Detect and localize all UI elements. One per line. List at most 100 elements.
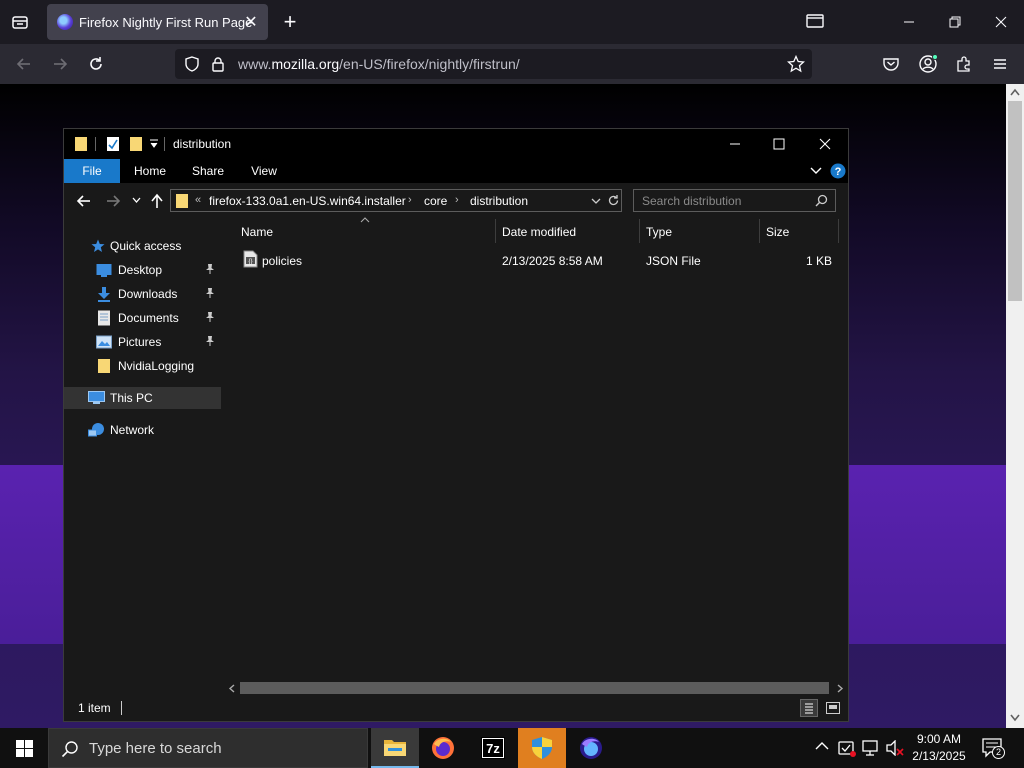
pictures-icon [96, 335, 112, 349]
forward-button[interactable] [46, 50, 74, 78]
nav-item-documents[interactable]: Documents [64, 307, 221, 329]
taskbar-app-7zip[interactable]: 7z [469, 728, 517, 768]
column-divider[interactable] [838, 219, 839, 243]
desktop-icon [96, 263, 112, 277]
url-text[interactable]: www.mozilla.org/en-US/firefox/nightly/fi… [238, 56, 520, 72]
nav-item-desktop[interactable]: Desktop [64, 259, 221, 281]
close-tab-icon[interactable]: ✕ [242, 13, 260, 31]
close-window-button[interactable] [978, 0, 1024, 44]
clock-time: 9:00 AM [916, 732, 962, 746]
large-icons-view-icon [826, 702, 840, 714]
start-button[interactable] [0, 728, 48, 768]
taskbar-app-file-explorer[interactable] [371, 728, 419, 768]
customize-toolbar-chevron-icon[interactable] [150, 139, 158, 149]
properties-icon[interactable] [106, 136, 120, 152]
notification-center-button[interactable]: 2 [982, 738, 1005, 759]
back-button[interactable] [10, 50, 38, 78]
explorer-title-bar[interactable]: distribution [64, 129, 848, 159]
lock-icon[interactable] [211, 56, 225, 72]
app-menu-button[interactable] [986, 50, 1014, 78]
url-bar[interactable]: www.mozilla.org/en-US/firefox/nightly/fi… [175, 49, 812, 79]
horizontal-scrollbar-thumb[interactable] [240, 682, 829, 694]
explorer-minimize-button[interactable] [712, 129, 758, 159]
pin-icon[interactable] [205, 287, 215, 299]
table-row[interactable]: {} policies 2/13/2025 8:58 AM JSON File … [221, 247, 848, 271]
breadcrumb-separator[interactable]: › [455, 194, 459, 206]
pin-icon[interactable] [205, 335, 215, 347]
volume-muted-icon[interactable] [886, 740, 904, 756]
taskbar-clock[interactable]: 9:00 AM 2/13/2025 [906, 731, 972, 765]
nav-item-downloads[interactable]: Downloads [64, 283, 221, 305]
pin-icon[interactable] [205, 263, 215, 275]
nav-item-nvidialogging[interactable]: NvidiaLogging [64, 355, 221, 377]
folder-icon [175, 193, 189, 209]
ribbon-tab-share[interactable]: Share [184, 159, 232, 183]
scroll-right-icon[interactable] [837, 684, 844, 693]
ribbon-tab-view[interactable]: View [240, 159, 288, 183]
address-bar[interactable]: « firefox-133.0a1.en-US.win64.installer … [170, 189, 622, 212]
taskbar-app-firefox[interactable] [419, 728, 467, 768]
help-icon[interactable]: ? [830, 163, 846, 179]
breadcrumb-separator[interactable]: › [408, 194, 412, 206]
account-button[interactable] [914, 50, 942, 78]
nav-item-pictures[interactable]: Pictures [64, 331, 221, 353]
column-header-date-modified[interactable]: Date modified [502, 225, 576, 239]
pip-icon[interactable] [805, 12, 825, 30]
breadcrumb-distribution[interactable]: distribution [470, 194, 528, 208]
file-explorer-window: distribution File Home Share View ? « fi… [63, 128, 849, 722]
column-divider[interactable] [495, 219, 496, 243]
new-tab-button[interactable]: + [278, 10, 302, 34]
refresh-icon[interactable] [607, 194, 620, 207]
restore-button[interactable] [932, 0, 978, 44]
up-one-level-button[interactable] [150, 193, 164, 209]
explorer-maximize-button[interactable] [756, 129, 802, 159]
scroll-down-icon[interactable] [1010, 714, 1020, 722]
taskbar-app-firefox-nightly[interactable] [567, 728, 615, 768]
scroll-up-icon[interactable] [1010, 88, 1020, 96]
scrollbar-thumb[interactable] [1008, 101, 1022, 301]
explorer-back-button[interactable] [76, 194, 92, 208]
reload-button[interactable] [82, 50, 110, 78]
details-view-button[interactable] [800, 699, 818, 717]
breadcrumb-core[interactable]: core [424, 194, 447, 208]
horizontal-scrollbar[interactable] [227, 681, 848, 695]
scroll-left-icon[interactable] [228, 684, 235, 693]
nav-item-this-pc[interactable]: This PC [64, 387, 221, 409]
page-scrollbar[interactable] [1006, 84, 1024, 728]
column-header-name[interactable]: Name [241, 225, 273, 239]
large-icons-view-button[interactable] [824, 699, 842, 717]
ribbon-tab-file[interactable]: File [64, 159, 120, 183]
file-size: 1 KB [805, 254, 832, 268]
expand-ribbon-chevron-icon[interactable] [810, 167, 822, 175]
extensions-button[interactable] [950, 50, 978, 78]
column-header-type[interactable]: Type [646, 225, 672, 239]
ribbon-tab-home[interactable]: Home [126, 159, 174, 183]
list-all-tabs-button[interactable] [4, 6, 36, 38]
explorer-forward-button[interactable] [105, 194, 121, 208]
column-divider[interactable] [759, 219, 760, 243]
bookmark-star-icon[interactable] [787, 55, 805, 73]
breadcrumb-overflow[interactable]: « [195, 194, 201, 206]
taskbar-search-box[interactable]: Type here to search [48, 728, 368, 768]
tracking-protection-shield-icon[interactable] [184, 56, 200, 72]
breadcrumb-installer[interactable]: firefox-133.0a1.en-US.win64.installer [209, 194, 406, 208]
tray-security-icon[interactable] [838, 739, 856, 757]
network-tray-icon[interactable] [862, 740, 880, 756]
pin-icon[interactable] [205, 311, 215, 323]
address-history-chevron-icon[interactable] [591, 198, 601, 205]
nav-item-network[interactable]: Network [64, 419, 221, 441]
recent-locations-chevron-icon[interactable] [132, 197, 141, 203]
nav-item-quick-access[interactable]: Quick access [64, 235, 221, 257]
explorer-close-button[interactable] [802, 129, 848, 159]
taskbar-app-installer[interactable] [518, 728, 566, 768]
new-folder-icon[interactable] [129, 136, 143, 152]
network-icon [88, 422, 105, 438]
minimize-button[interactable] [886, 0, 932, 44]
show-hidden-icons-chevron-icon[interactable] [815, 741, 829, 750]
column-divider[interactable] [639, 219, 640, 243]
search-input[interactable]: Search distribution [633, 189, 836, 212]
tab-firefox-nightly[interactable]: Firefox Nightly First Run Page ✕ [47, 4, 268, 40]
column-header-size[interactable]: Size [766, 225, 789, 239]
pocket-button[interactable] [877, 50, 905, 78]
file-explorer-icon [384, 740, 406, 756]
